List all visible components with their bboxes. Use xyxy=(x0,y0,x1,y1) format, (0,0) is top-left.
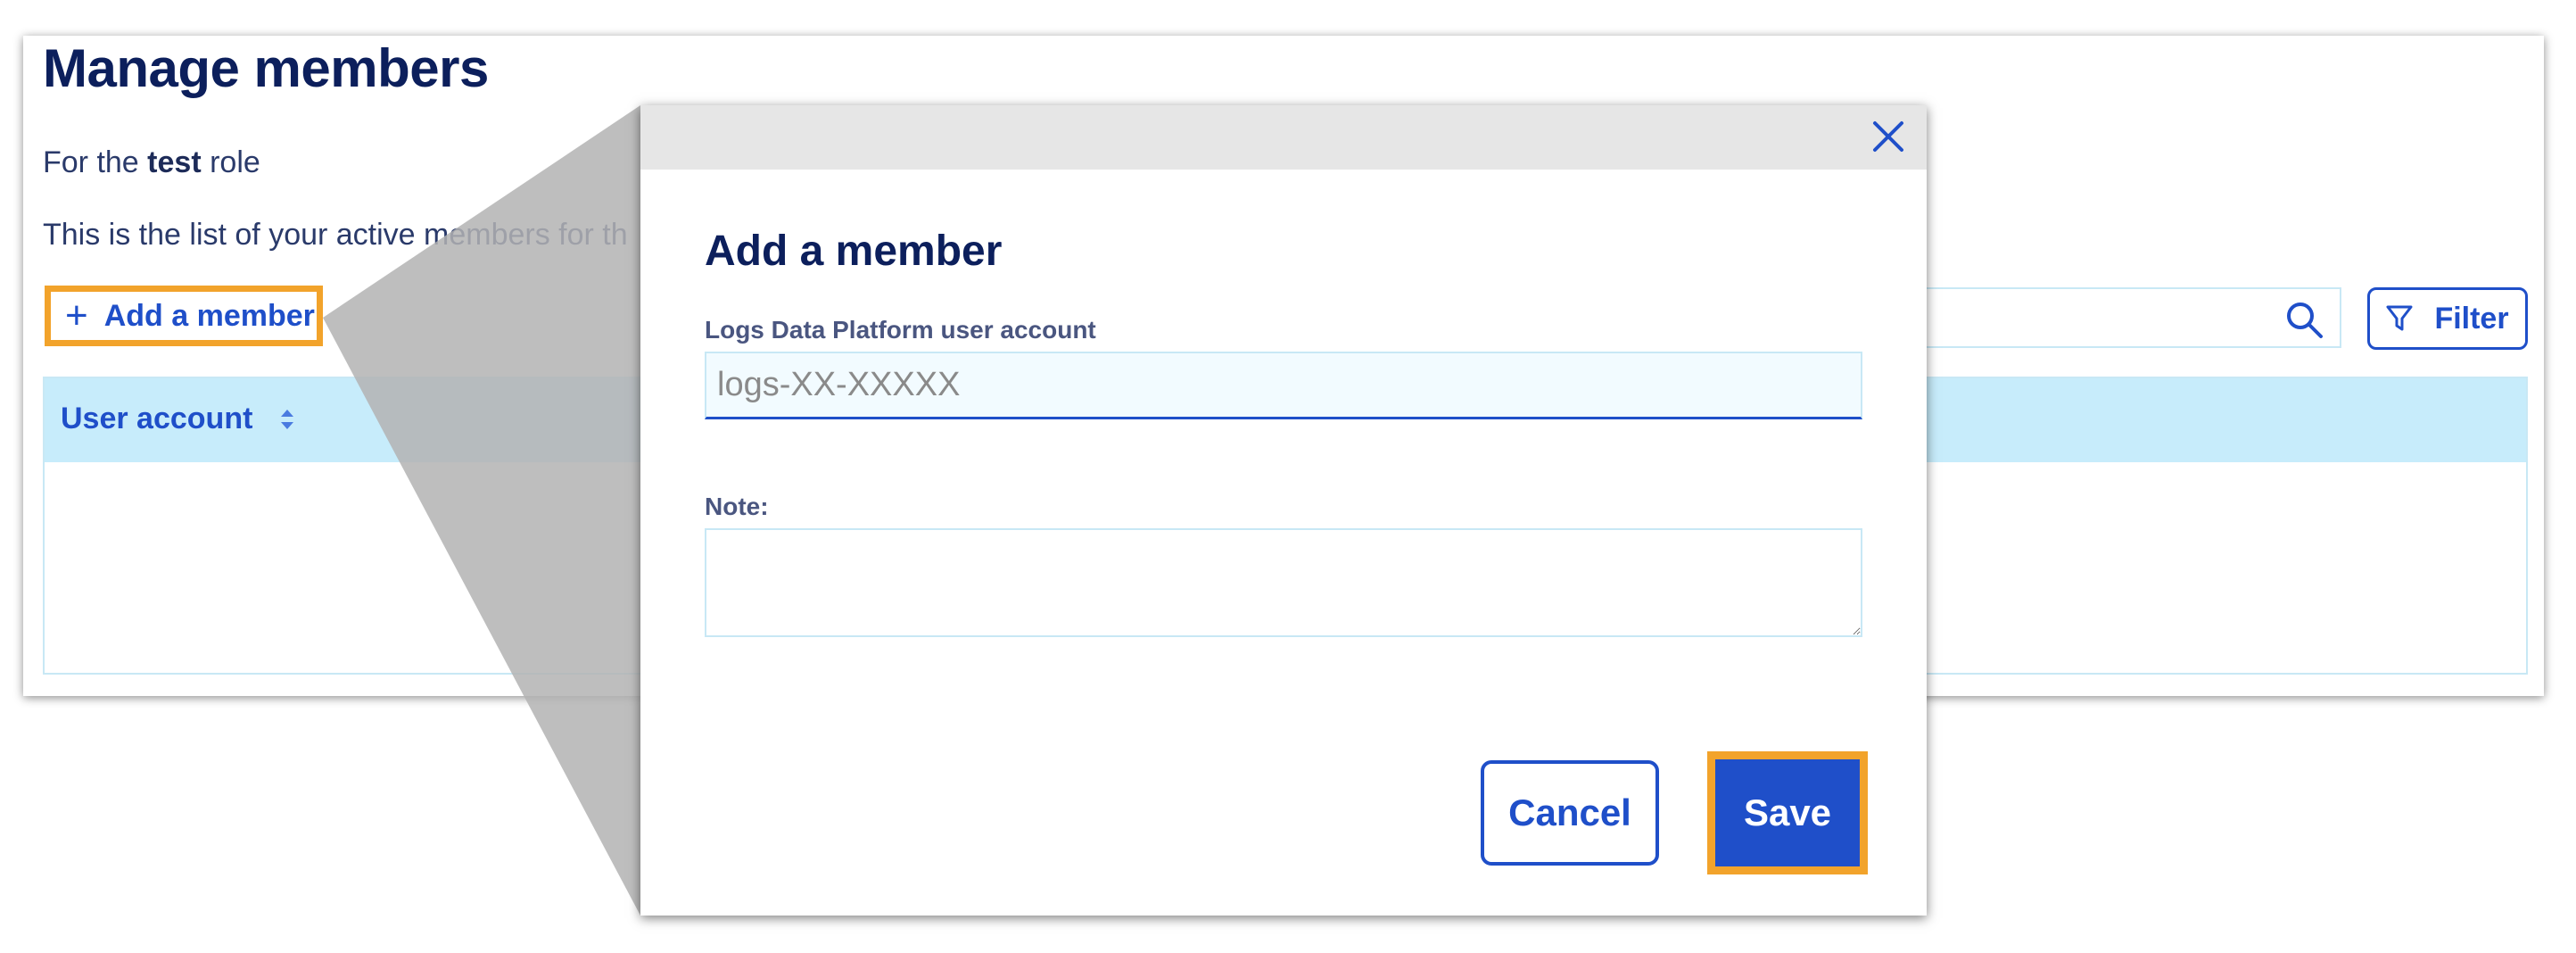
column-label: User account xyxy=(61,402,253,435)
add-member-button[interactable]: + Add a member xyxy=(45,286,323,346)
members-description: This is the list of your active members … xyxy=(43,218,628,252)
filter-label: Filter xyxy=(2434,301,2509,336)
page-title: Manage members xyxy=(43,38,489,98)
close-icon[interactable] xyxy=(1870,118,1907,155)
cancel-button[interactable]: Cancel xyxy=(1481,760,1659,866)
add-member-label: Add a member xyxy=(103,298,315,333)
modal-top-bar xyxy=(640,105,1927,170)
save-button-highlight: Save xyxy=(1707,751,1868,874)
role-line: For the test role xyxy=(43,145,260,180)
role-suffix: role xyxy=(201,145,260,179)
note-field-label: Note: xyxy=(705,493,769,520)
note-textarea[interactable] xyxy=(705,528,1862,637)
add-member-modal: Add a member Logs Data Platform user acc… xyxy=(640,105,1927,916)
account-input[interactable] xyxy=(705,352,1862,419)
account-field-label: Logs Data Platform user account xyxy=(705,316,1096,344)
search-input[interactable] xyxy=(1918,287,2341,348)
role-prefix: For the xyxy=(43,145,148,179)
filter-button[interactable]: Filter xyxy=(2367,287,2528,350)
role-name: test xyxy=(147,145,202,179)
plus-icon: + xyxy=(65,294,88,337)
save-button[interactable]: Save xyxy=(1715,759,1860,866)
sort-icon[interactable] xyxy=(277,405,297,434)
search-icon[interactable] xyxy=(2284,300,2324,339)
modal-title: Add a member xyxy=(705,228,1003,275)
filter-icon xyxy=(2386,305,2413,331)
column-header-user-account[interactable]: User account xyxy=(61,402,297,436)
